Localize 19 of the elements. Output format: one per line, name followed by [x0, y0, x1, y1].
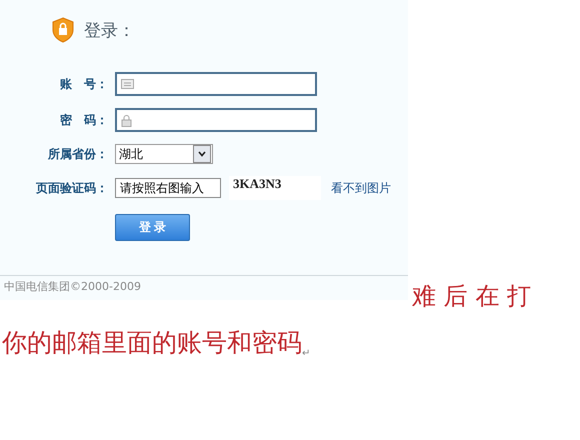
captcha-image: 3KA3N3 [229, 176, 321, 200]
field-label: 页面验证码： [36, 180, 108, 196]
password-field[interactable] [115, 108, 317, 132]
captcha-field[interactable]: 请按照右图输入 [115, 178, 221, 198]
field-label: 密 码： [60, 112, 108, 128]
province-select[interactable]: 湖北 [115, 144, 213, 164]
field-label: 所属省份： [48, 146, 108, 162]
account-field[interactable] [115, 72, 317, 96]
shield-lock-icon [52, 17, 74, 43]
field-label: 账 号： [60, 76, 108, 92]
login-title: 登录： [84, 20, 135, 42]
chevron-down-icon [198, 151, 206, 157]
lock-icon [121, 114, 132, 126]
note-text: 你的邮箱里面的账号和密码 [2, 327, 302, 359]
note-text: 难 后 在 打 [412, 281, 531, 312]
captcha-refresh-link[interactable]: 看不到图片 [331, 180, 391, 196]
return-mark: ↵ [302, 348, 310, 359]
card-icon [121, 79, 134, 89]
copyright-text: 中国电信集团©2000-2009 [3, 279, 142, 294]
